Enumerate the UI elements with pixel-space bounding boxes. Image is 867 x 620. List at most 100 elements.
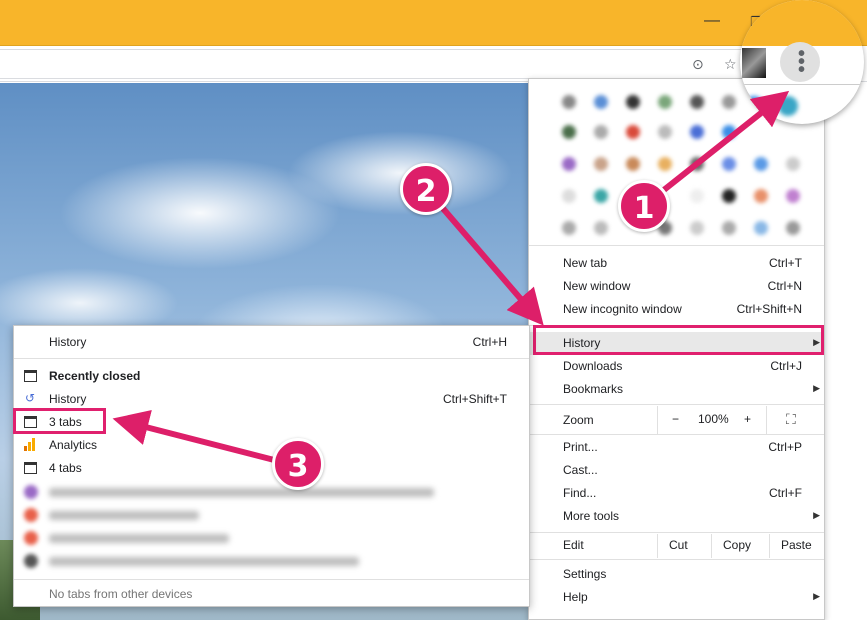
blurred-entry-text bbox=[49, 534, 229, 543]
zoom-label: Zoom bbox=[563, 413, 594, 427]
favicon-icon bbox=[24, 508, 38, 522]
menu-item-bookmarks[interactable]: Bookmarks ▶ bbox=[529, 378, 824, 401]
extension-icon[interactable] bbox=[786, 157, 800, 171]
blurred-history-entry[interactable] bbox=[24, 485, 444, 499]
magnified-border bbox=[740, 84, 864, 85]
window-icon bbox=[24, 370, 37, 382]
extension-icon[interactable] bbox=[658, 95, 672, 109]
extension-icon[interactable] bbox=[594, 95, 608, 109]
menu-item-new-tab[interactable]: New tab Ctrl+T bbox=[529, 252, 824, 275]
submenu-item-analytics[interactable]: Analytics bbox=[14, 434, 529, 457]
menu-item-label: More tools bbox=[563, 509, 620, 523]
extension-icon[interactable] bbox=[722, 189, 736, 203]
extension-icon[interactable] bbox=[626, 157, 640, 171]
edit-divider bbox=[769, 534, 770, 558]
extension-icon[interactable] bbox=[722, 95, 736, 109]
paste-button[interactable]: Paste bbox=[781, 538, 812, 552]
menu-item-find[interactable]: Find... Ctrl+F bbox=[529, 482, 824, 505]
extension-icon[interactable] bbox=[562, 95, 576, 109]
extension-icon[interactable] bbox=[690, 157, 704, 171]
blurred-history-entry[interactable] bbox=[24, 554, 384, 568]
extension-icon[interactable] bbox=[626, 95, 640, 109]
extension-icon[interactable] bbox=[754, 157, 768, 171]
edit-label: Edit bbox=[563, 538, 584, 552]
submenu-item-label: History bbox=[49, 392, 87, 406]
extension-icon[interactable] bbox=[690, 125, 704, 139]
extension-icon[interactable] bbox=[722, 125, 736, 139]
callout-badge-1: 1 bbox=[618, 180, 670, 232]
extension-icon[interactable] bbox=[594, 125, 608, 139]
copy-button[interactable]: Copy bbox=[723, 538, 751, 552]
menu-item-cast[interactable]: Cast... bbox=[529, 459, 824, 482]
menu-item-label: Bookmarks bbox=[563, 382, 624, 396]
extension-icon[interactable] bbox=[594, 157, 608, 171]
recently-closed-label: Recently closed bbox=[49, 369, 141, 383]
extension-icon[interactable] bbox=[626, 125, 640, 139]
menu-item-label: New window bbox=[563, 279, 631, 293]
menu-item-label: New tab bbox=[563, 256, 608, 270]
submenu-item-label: History bbox=[49, 335, 87, 349]
menu-item-downloads[interactable]: Downloads Ctrl+J bbox=[529, 355, 824, 378]
menu-item-shortcut: Ctrl+F bbox=[769, 486, 802, 500]
extension-icon[interactable] bbox=[562, 189, 576, 203]
three-dots-vertical-icon[interactable]: • • • bbox=[798, 44, 805, 80]
menu-item-help[interactable]: Help ▶ bbox=[529, 586, 824, 609]
blurred-history-entry[interactable] bbox=[24, 508, 224, 522]
star-icon[interactable]: ☆ bbox=[724, 56, 737, 73]
magnified-title-bar bbox=[740, 0, 864, 46]
menu-item-shortcut: Ctrl+T bbox=[769, 256, 802, 270]
favicon-icon bbox=[24, 485, 38, 499]
menu-item-label: Print... bbox=[563, 440, 598, 454]
extension-icon[interactable] bbox=[658, 125, 672, 139]
extension-icon[interactable] bbox=[722, 221, 736, 235]
address-bar[interactable] bbox=[0, 49, 760, 79]
fullscreen-icon[interactable]: ⛶ bbox=[786, 411, 796, 428]
submenu-item-history[interactable]: History Ctrl+H bbox=[14, 331, 529, 354]
cut-button[interactable]: Cut bbox=[669, 538, 688, 552]
favicon-icon bbox=[24, 531, 38, 545]
extension-icon[interactable] bbox=[562, 221, 576, 235]
edit-divider bbox=[657, 534, 658, 558]
three-tabs-highlight-box bbox=[13, 408, 106, 434]
menu-item-settings[interactable]: Settings bbox=[529, 563, 824, 586]
extension-icon[interactable] bbox=[690, 95, 704, 109]
submenu-item-shortcut: Ctrl+H bbox=[472, 335, 507, 349]
favicon-icon bbox=[24, 554, 38, 568]
menu-item-label: New incognito window bbox=[563, 302, 682, 316]
menu-item-label: Help bbox=[563, 590, 588, 604]
menu-item-more-tools[interactable]: More tools ▶ bbox=[529, 505, 824, 528]
toolbar: ⊙ ☆ bbox=[0, 46, 867, 82]
zoom-level: 100% bbox=[698, 412, 729, 426]
extension-icon[interactable] bbox=[690, 189, 704, 203]
extension-icon[interactable] bbox=[594, 221, 608, 235]
zoom-divider bbox=[766, 406, 767, 434]
extension-icon[interactable] bbox=[786, 189, 800, 203]
minimize-icon[interactable]: — bbox=[704, 12, 720, 30]
title-bar: — ❐ bbox=[0, 0, 867, 46]
extension-icon[interactable] bbox=[594, 189, 608, 203]
extension-icon[interactable] bbox=[562, 157, 576, 171]
zoom-out-button[interactable]: − bbox=[672, 412, 679, 426]
blurred-history-entry[interactable] bbox=[24, 531, 244, 545]
menu-item-label: Downloads bbox=[563, 359, 623, 373]
extension-icon[interactable] bbox=[754, 189, 768, 203]
menu-item-label: Cast... bbox=[563, 463, 598, 477]
extension-icon[interactable] bbox=[786, 221, 800, 235]
extension-icon[interactable] bbox=[690, 221, 704, 235]
submenu-divider bbox=[14, 579, 529, 580]
recently-closed-header: Recently closed bbox=[14, 365, 529, 388]
location-target-icon[interactable]: ⊙ bbox=[692, 56, 704, 73]
extension-icon[interactable] bbox=[562, 125, 576, 139]
extension-icon[interactable] bbox=[658, 157, 672, 171]
callout-badge-2: 2 bbox=[400, 163, 452, 215]
menu-item-new-window[interactable]: New window Ctrl+N bbox=[529, 275, 824, 298]
menu-item-label: Settings bbox=[563, 567, 607, 581]
zoom-in-button[interactable]: + bbox=[744, 412, 751, 426]
menu-item-new-incognito-window[interactable]: New incognito window Ctrl+Shift+N bbox=[529, 298, 824, 321]
menu-item-shortcut: Ctrl+Shift+N bbox=[736, 302, 802, 316]
extension-icon[interactable] bbox=[722, 157, 736, 171]
extension-icon bbox=[778, 96, 798, 116]
submenu-item-label: Analytics bbox=[49, 438, 98, 452]
menu-item-print[interactable]: Print... Ctrl+P bbox=[529, 436, 824, 459]
extension-icon[interactable] bbox=[754, 221, 768, 235]
